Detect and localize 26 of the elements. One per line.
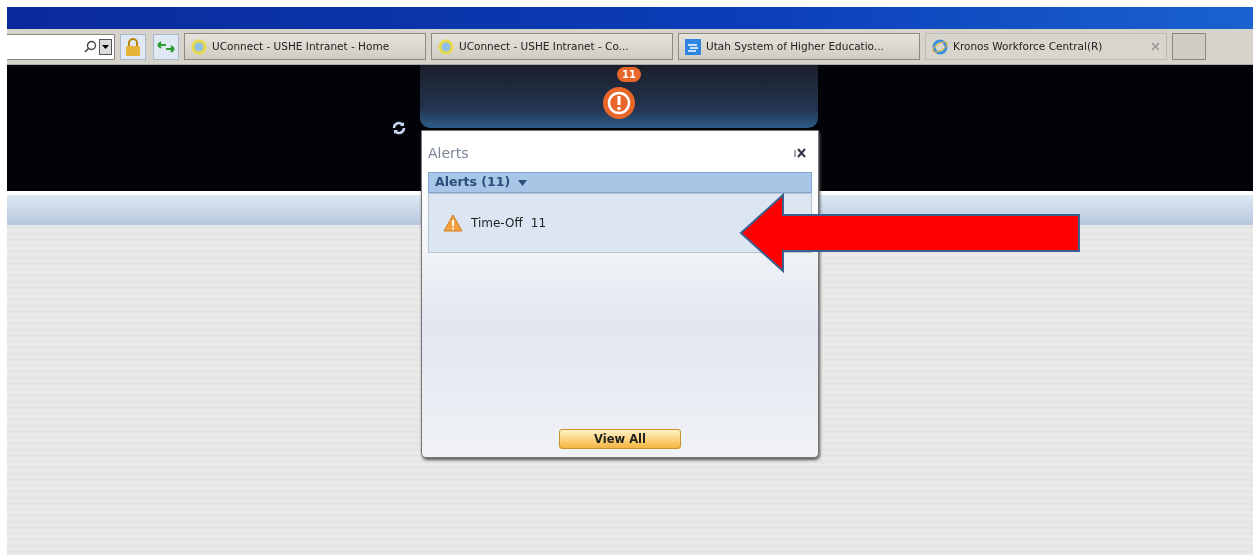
refresh-icon[interactable]	[392, 121, 406, 135]
browser-tab[interactable]: Kronos Workforce Central(R)	[925, 33, 1167, 60]
search-icon	[84, 40, 97, 53]
refresh-button[interactable]	[153, 33, 179, 60]
dropdown-icon[interactable]	[99, 38, 112, 55]
alert-count: 11	[530, 215, 547, 232]
close-icon[interactable]	[794, 147, 806, 158]
alert-count-badge: 11	[617, 66, 641, 82]
arrows-icon	[157, 39, 175, 54]
browser-tab[interactable]: Utah System of Higher Educatio...	[678, 33, 920, 60]
globe-icon	[438, 38, 454, 55]
globe-icon	[191, 38, 207, 55]
lock-icon	[125, 36, 141, 57]
filter-label: Alerts (11)	[435, 173, 511, 192]
alerts-filter-dropdown[interactable]: Alerts (11)	[428, 172, 812, 193]
browser-tab[interactable]: UConnect - USHE Intranet - Co...	[431, 33, 673, 60]
browser-tab[interactable]: UConnect - USHE Intranet - Home	[184, 33, 426, 60]
address-field[interactable]	[7, 33, 115, 60]
browser-icon	[932, 38, 948, 55]
site-icon	[685, 38, 701, 55]
warning-icon	[443, 214, 463, 232]
panel-title: Alerts	[428, 144, 469, 163]
lock-button[interactable]	[120, 33, 146, 60]
alert-label: Time-Off	[471, 215, 523, 232]
caret-icon	[518, 179, 528, 186]
view-all-button[interactable]: View All	[559, 429, 681, 449]
